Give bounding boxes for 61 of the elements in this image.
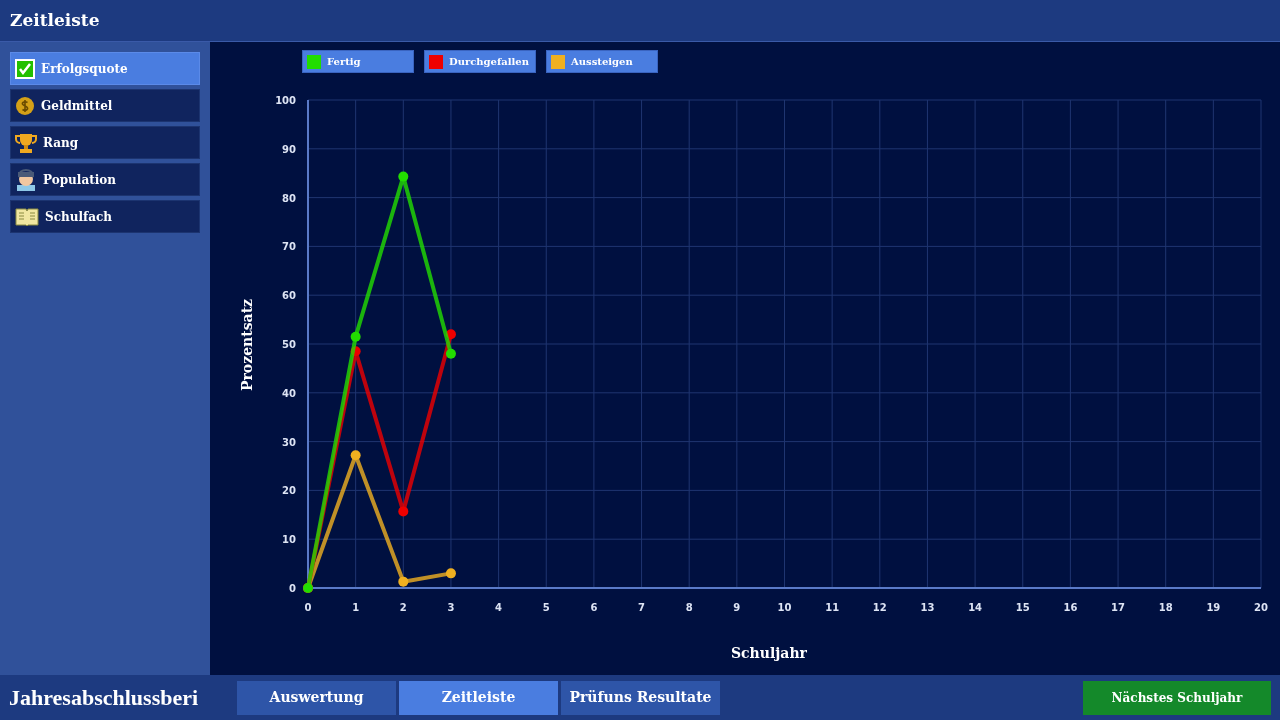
y-tick-label: 80 xyxy=(282,192,296,204)
y-tick-label: 40 xyxy=(282,387,296,399)
person-icon xyxy=(15,168,37,191)
x-tick-label: 6 xyxy=(590,602,598,613)
data-point xyxy=(398,506,409,517)
x-tick-label: 0 xyxy=(304,602,312,613)
sidebar-item[interactable]: Population xyxy=(10,163,200,196)
x-tick-label: 11 xyxy=(825,602,840,613)
y-axis-title: Prozentsatz xyxy=(239,298,255,392)
y-tick-label: 60 xyxy=(282,290,296,302)
data-point xyxy=(350,331,361,342)
screen-title: Zeitleiste xyxy=(10,8,100,32)
y-tick-label: 50 xyxy=(282,339,296,350)
x-tick-label: 9 xyxy=(733,602,741,613)
report-title: Jahresabschlussberi xyxy=(8,684,200,712)
x-tick-label: 16 xyxy=(1063,602,1078,613)
sidebar-item[interactable]: Rang xyxy=(10,126,200,159)
x-tick-label: 15 xyxy=(1015,602,1030,613)
x-tick-label: 1 xyxy=(352,602,360,613)
data-point xyxy=(350,450,361,461)
x-tick-label: 19 xyxy=(1206,602,1221,613)
checkbox-icon xyxy=(15,58,35,79)
x-tick-label: 14 xyxy=(968,602,983,613)
footer-tab[interactable]: Prüfuns Resultate xyxy=(561,680,720,715)
sidebar-item[interactable]: Schulfach xyxy=(10,200,200,233)
y-tick-label: 90 xyxy=(282,143,296,155)
x-tick-label: 10 xyxy=(777,602,792,613)
legend-item: Durchgefallen xyxy=(424,50,536,73)
data-point xyxy=(398,576,409,587)
y-tick-label: 0 xyxy=(289,583,296,594)
coin-icon xyxy=(15,95,35,116)
x-tick-label: 8 xyxy=(685,602,693,613)
x-tick-label: 20 xyxy=(1254,602,1268,613)
trophy-icon xyxy=(15,131,37,154)
y-tick-label: 20 xyxy=(282,485,296,497)
x-tick-label: 17 xyxy=(1111,602,1125,613)
footer-tab[interactable]: Zeitleiste xyxy=(399,680,558,715)
x-tick-label: 4 xyxy=(495,602,503,613)
book-icon xyxy=(15,206,39,227)
x-tick-label: 13 xyxy=(920,602,935,613)
data-point xyxy=(445,348,456,359)
legend-item: Aussteigen xyxy=(546,50,658,73)
data-point xyxy=(445,568,456,579)
data-point xyxy=(445,329,456,340)
x-axis-title: Schuljahr xyxy=(731,645,807,661)
footer-tab[interactable]: Auswertung xyxy=(237,680,396,715)
y-tick-label: 70 xyxy=(282,241,296,253)
x-tick-label: 12 xyxy=(872,602,887,613)
y-tick-label: 10 xyxy=(282,534,296,546)
x-tick-label: 3 xyxy=(447,602,455,613)
y-tick-label: 30 xyxy=(282,436,296,448)
x-tick-label: 7 xyxy=(638,602,646,613)
x-tick-label: 2 xyxy=(399,602,407,613)
next-year-button[interactable]: Nächstes Schuljahr xyxy=(1083,680,1271,715)
sidebar-item[interactable]: Erfolgsquote xyxy=(10,52,200,85)
data-point xyxy=(398,171,409,182)
sidebar-item[interactable]: Geldmittel xyxy=(10,89,200,122)
x-tick-label: 18 xyxy=(1158,602,1173,613)
legend-item: Fertig xyxy=(302,50,414,73)
y-tick-label: 100 xyxy=(275,95,296,106)
x-tick-label: 5 xyxy=(542,602,550,613)
